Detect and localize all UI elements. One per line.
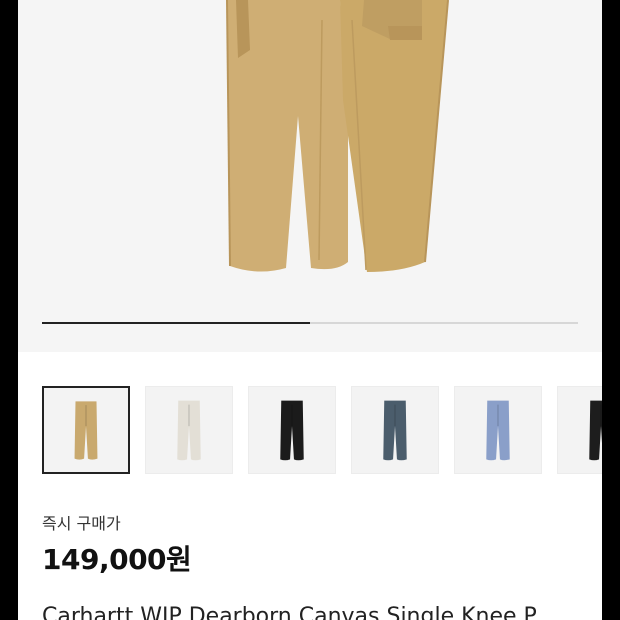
thumbnail-pants-image: [383, 400, 407, 461]
thumb-black-2[interactable]: [557, 386, 602, 474]
thumb-khaki[interactable]: [42, 386, 130, 474]
thumbnail-pants-image: [589, 400, 602, 461]
thumbnail-pants-image: [74, 401, 98, 460]
color-thumbnail-list: [42, 386, 602, 476]
product-image-gallery[interactable]: [18, 0, 602, 352]
thumb-slate-blue[interactable]: [351, 386, 439, 474]
product-title[interactable]: Carhartt WIP Dearborn Canvas Single Knee…: [42, 604, 537, 620]
thumbnail-pants-image: [486, 400, 510, 461]
thumb-black[interactable]: [248, 386, 336, 474]
product-price: 149,000원: [42, 543, 192, 576]
gallery-progress-bar: [42, 322, 578, 324]
thumb-ecru[interactable]: [145, 386, 233, 474]
thumb-light-blue[interactable]: [454, 386, 542, 474]
thumbnail-pants-image: [177, 400, 201, 461]
thumbnail-pants-image: [280, 400, 304, 461]
product-main-image: [226, 0, 449, 272]
instant-buy-price-label: 즉시 구매가: [42, 514, 121, 533]
product-screen: 즉시 구매가 149,000원 Carhartt WIP Dearborn Ca…: [18, 0, 602, 620]
gallery-progress-fill: [42, 322, 310, 324]
pants-illustration: [226, 0, 449, 272]
